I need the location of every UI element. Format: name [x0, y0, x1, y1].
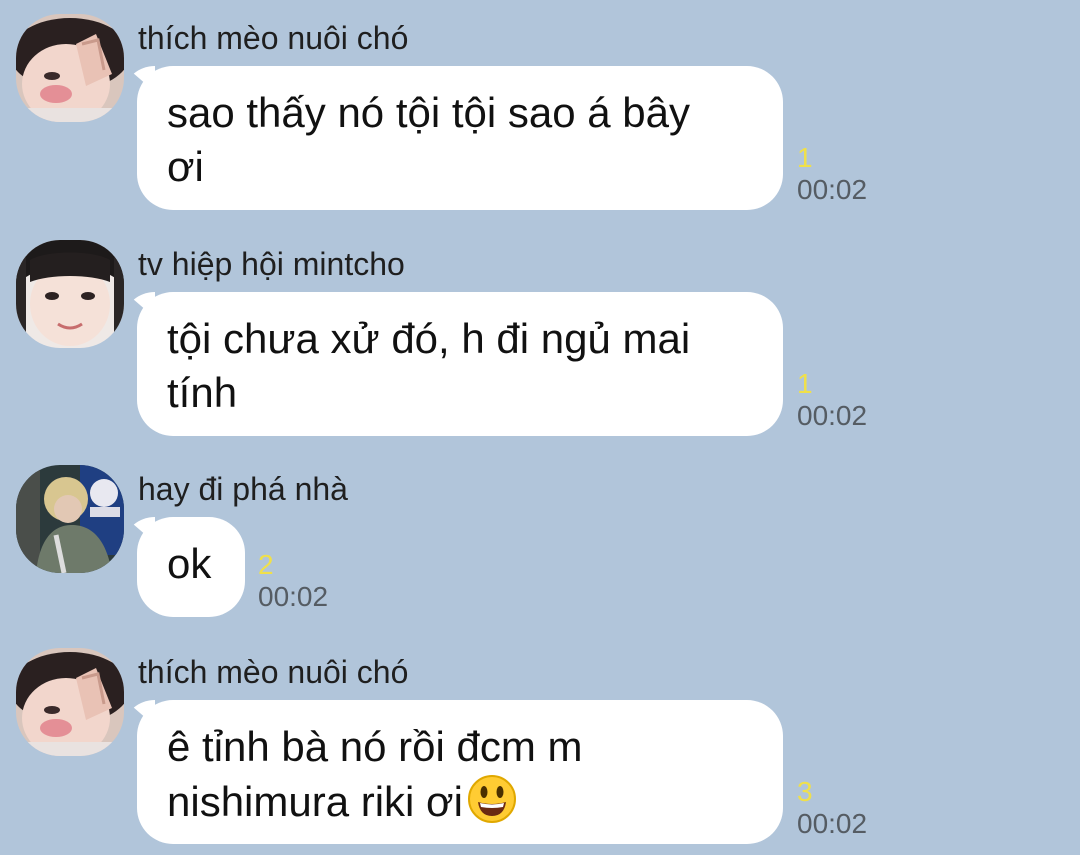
message-meta: 3 00:02 [797, 776, 867, 840]
message-meta: 1 00:02 [797, 142, 867, 206]
message-time: 00:02 [797, 174, 868, 205]
message-text-line: ê tỉnh bà nó rồi đcm m [167, 723, 583, 770]
chat-message: thích mèo nuôi chó ê tỉnh bà nó rồi đcm … [0, 648, 1080, 848]
chat-message: tv hiệp hội mintcho tội chưa xử đó, h đi… [0, 240, 1080, 440]
message-text-line: tội chưa xử đó, h đi ngủ mai [167, 315, 691, 362]
avatar-blond-person-icon [16, 465, 124, 573]
avatar-peace-sign-icon [16, 14, 124, 122]
message-text-line: ơi [167, 143, 204, 190]
sender-name: thích mèo nuôi chó [138, 20, 409, 56]
message-bubble[interactable]: ok [137, 517, 245, 617]
sender-avatar[interactable] [16, 465, 124, 573]
grinning-face-emoji-icon [467, 775, 516, 823]
avatar-smiling-face-icon [16, 240, 124, 348]
sender-avatar[interactable] [16, 648, 124, 756]
avatar-peace-sign-icon [16, 648, 124, 756]
message-meta: 2 00:02 [258, 549, 328, 613]
message-bubble[interactable]: ê tỉnh bà nó rồi đcm m nishimura riki ơi [137, 700, 783, 844]
message-text-line: ok [167, 540, 212, 587]
sender-name: tv hiệp hội mintcho [138, 246, 405, 282]
message-text-line: tính [167, 369, 238, 416]
unread-count: 2 [258, 549, 274, 580]
message-time: 00:02 [797, 808, 868, 839]
message-bubble[interactable]: tội chưa xử đó, h đi ngủ mai tính [137, 292, 783, 436]
message-text-line: nishimura riki ơi [167, 774, 753, 829]
message-bubble[interactable]: sao thấy nó tội tội sao á bây ơi [137, 66, 783, 210]
chat-message: hay đi phá nhà ok 2 00:02 [0, 465, 1080, 625]
message-text: nishimura riki ơi [167, 778, 463, 825]
message-time: 00:02 [258, 581, 329, 612]
sender-name: thích mèo nuôi chó [138, 654, 409, 690]
message-text-line: sao thấy nó tội tội sao á bây [167, 89, 691, 136]
unread-count: 3 [797, 776, 813, 807]
unread-count: 1 [797, 368, 813, 399]
chat-message-list[interactable]: thích mèo nuôi chó sao thấy nó tội tội s… [0, 0, 1080, 855]
message-meta: 1 00:02 [797, 368, 867, 432]
unread-count: 1 [797, 142, 813, 173]
message-time: 00:02 [797, 400, 868, 431]
sender-avatar[interactable] [16, 240, 124, 348]
chat-message: thích mèo nuôi chó sao thấy nó tội tội s… [0, 14, 1080, 214]
sender-name: hay đi phá nhà [138, 471, 348, 507]
sender-avatar[interactable] [16, 14, 124, 122]
